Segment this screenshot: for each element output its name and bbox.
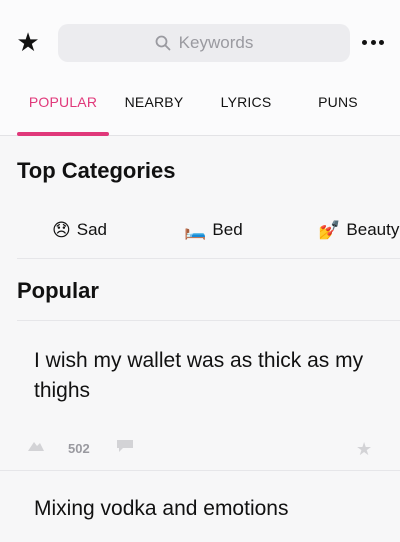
like-icon <box>28 442 44 451</box>
more-icon <box>362 39 367 45</box>
categories-row: 😞 Sad 🛏️ Bed 💅 Beauty <box>0 202 400 258</box>
category-label: Bed <box>212 220 243 239</box>
tab-puns[interactable]: PUNS <box>296 80 380 124</box>
more-icon-dot <box>370 39 376 45</box>
star-icon: ★ <box>16 27 40 57</box>
top-bar: ★ Keywords <box>0 0 400 80</box>
divider <box>0 470 400 471</box>
top-categories-title: Top Categories <box>17 158 176 183</box>
post-text[interactable]: Mixing vodka and emotions <box>34 494 374 524</box>
comment-icon <box>117 440 133 452</box>
tab-popular[interactable]: POPULAR <box>17 80 109 124</box>
divider <box>17 320 400 321</box>
divider <box>17 258 400 259</box>
nail-polish-emoji-icon: 💅 <box>318 219 341 240</box>
popular-title: Popular <box>17 278 99 303</box>
like-button[interactable] <box>26 438 46 460</box>
search-placeholder[interactable]: Keywords <box>179 33 254 53</box>
search-bar[interactable]: Keywords <box>58 24 350 62</box>
more-icon-dot <box>379 39 384 45</box>
more-options-button[interactable] <box>358 28 388 56</box>
tab-lyrics[interactable]: LYRICS <box>204 80 288 124</box>
tab-bar: POPULAR NEARBY LYRICS PUNS <box>0 80 400 136</box>
bookmark-icon: ★ <box>356 439 373 459</box>
likes-count: 502 <box>68 441 90 456</box>
post-text[interactable]: I wish my wallet was as thick as my thig… <box>34 346 374 406</box>
tab-nearby[interactable]: NEARBY <box>112 80 196 124</box>
category-label: Sad <box>76 220 108 239</box>
bed-emoji-icon: 🛏️ <box>184 219 207 240</box>
category-bed[interactable]: 🛏️ Bed <box>184 202 243 258</box>
favorites-button[interactable]: ★ <box>14 28 42 56</box>
category-sad[interactable]: 😞 Sad <box>52 202 107 258</box>
bookmark-button[interactable]: ★ <box>356 438 372 460</box>
sad-emoji-icon: 😞 <box>52 219 71 240</box>
search-icon <box>155 35 171 51</box>
active-tab-indicator <box>17 132 109 136</box>
category-label: Beauty <box>346 220 400 239</box>
comment-button[interactable] <box>116 438 134 460</box>
post-actions: 502 ★ <box>26 438 376 460</box>
category-beauty[interactable]: 💅 Beauty <box>318 202 399 258</box>
